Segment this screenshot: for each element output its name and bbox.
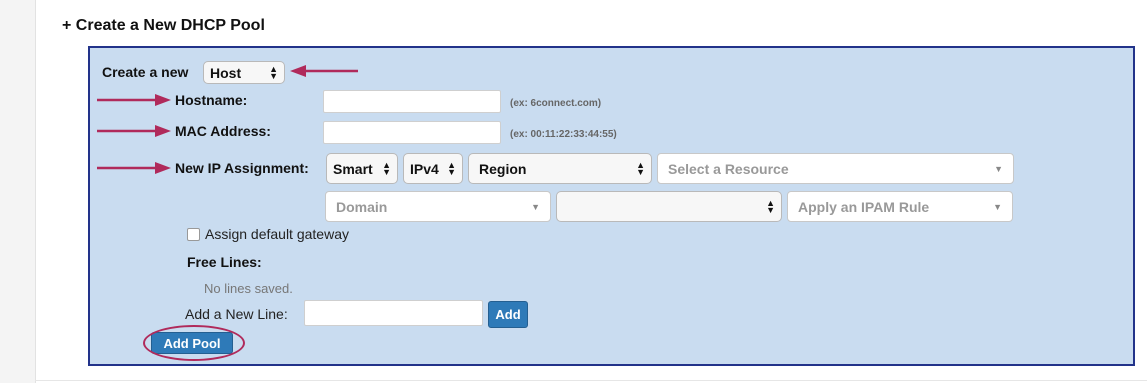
- up-down-icon: ▲ ▼: [636, 159, 645, 177]
- mac-address-hint: (ex: 00:11:22:33:44:55): [510, 129, 617, 140]
- resource-placeholder: Select a Resource: [668, 160, 789, 177]
- domain-select[interactable]: Domain ▼: [325, 191, 551, 222]
- mac-address-input[interactable]: [323, 121, 501, 144]
- ipam-rule-placeholder: Apply an IPAM Rule: [798, 198, 930, 215]
- hostname-hint: (ex: 6connect.com): [510, 98, 602, 109]
- ip-version-select[interactable]: IPv4 ▲ ▼: [403, 153, 463, 184]
- assignment-mode-value: Smart: [333, 160, 373, 177]
- up-down-icon: ▲ ▼: [766, 197, 775, 215]
- pool-type-value: Host: [210, 64, 242, 81]
- no-lines-text: No lines saved.: [204, 281, 293, 296]
- section-title: + Create a New DHCP Pool: [62, 17, 265, 34]
- add-line-label: Add a New Line:: [185, 306, 288, 322]
- domain-placeholder: Domain: [336, 198, 388, 215]
- highlight-oval: [143, 325, 245, 361]
- caret-down-icon: ▼: [993, 201, 1002, 212]
- annotation-arrow-icon: [97, 162, 171, 174]
- ipam-rule-select[interactable]: Apply an IPAM Rule ▼: [787, 191, 1013, 222]
- annotation-arrow-icon: [97, 125, 171, 137]
- create-new-label: Create a new: [102, 64, 189, 80]
- ip-assignment-label: New IP Assignment:: [175, 160, 309, 176]
- left-gutter: [0, 0, 36, 383]
- up-down-icon: ▲ ▼: [382, 159, 391, 177]
- divider: [35, 380, 1147, 381]
- scope-value: Region: [479, 160, 527, 177]
- hostname-label: Hostname:: [175, 92, 248, 108]
- default-gateway-label: Assign default gateway: [205, 226, 349, 242]
- secondary-select[interactable]: ▲ ▼: [556, 191, 782, 222]
- add-line-button[interactable]: Add: [488, 301, 528, 328]
- default-gateway-checkbox[interactable]: [187, 228, 200, 241]
- ip-version-value: IPv4: [410, 160, 439, 177]
- caret-down-icon: ▼: [994, 163, 1003, 174]
- up-down-icon: ▲ ▼: [269, 63, 278, 81]
- caret-down-icon: ▼: [531, 201, 540, 212]
- add-line-input[interactable]: [304, 300, 483, 326]
- resource-select[interactable]: Select a Resource ▼: [657, 153, 1014, 184]
- hostname-input[interactable]: [323, 90, 501, 113]
- up-down-icon: ▲ ▼: [447, 159, 456, 177]
- free-lines-label: Free Lines:: [187, 254, 262, 270]
- scope-select[interactable]: Region ▲ ▼: [468, 153, 652, 184]
- annotation-arrow-icon: [97, 94, 171, 106]
- assignment-mode-select[interactable]: Smart ▲ ▼: [326, 153, 398, 184]
- mac-address-label: MAC Address:: [175, 123, 271, 139]
- annotation-arrow-icon: [290, 65, 358, 77]
- pool-type-select[interactable]: Host ▲ ▼: [203, 61, 285, 84]
